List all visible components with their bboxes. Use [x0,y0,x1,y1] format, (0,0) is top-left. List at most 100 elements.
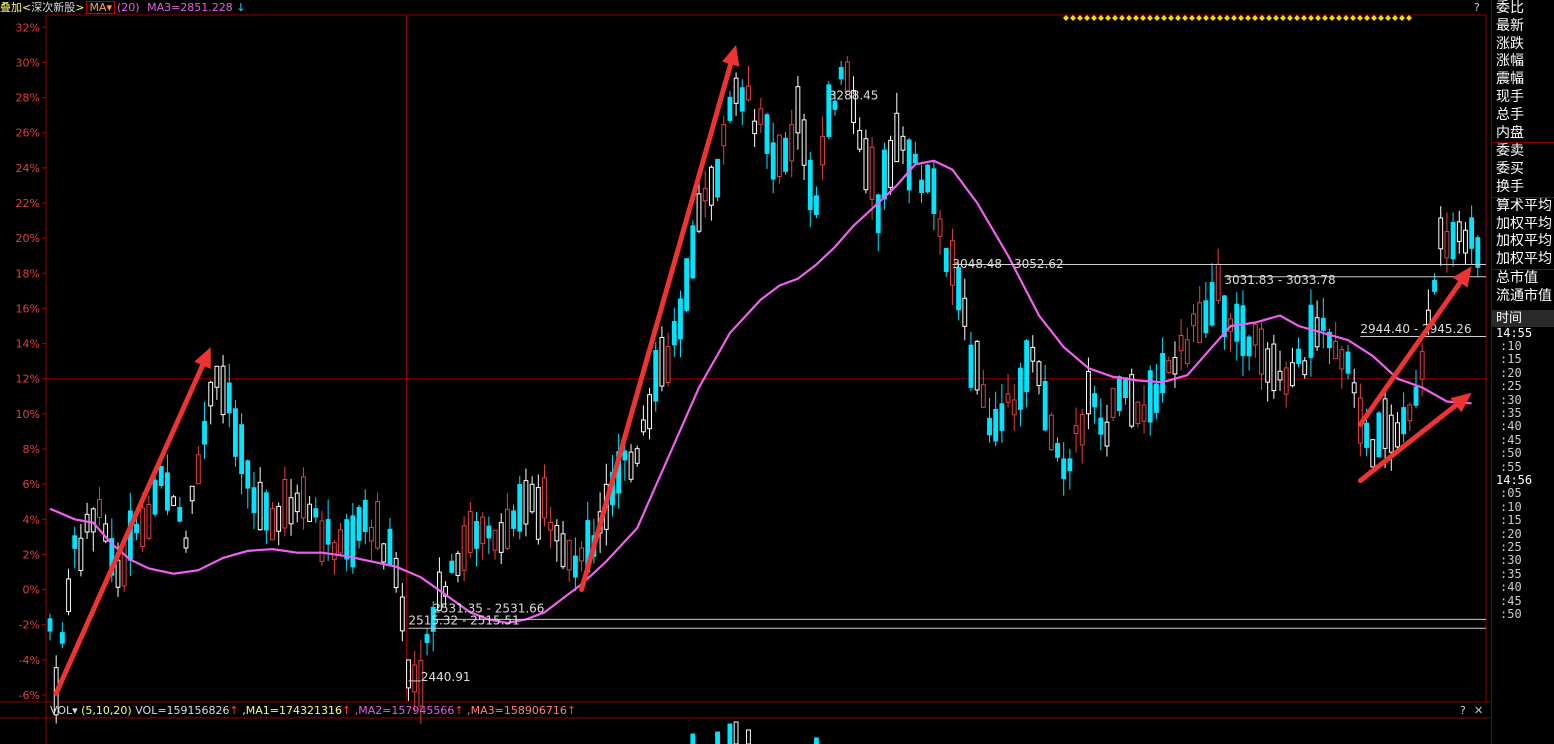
candle-body [566,539,572,571]
time-item[interactable]: :25 [1492,540,1554,554]
quote-field-label: 震幅 [1496,71,1524,88]
time-item[interactable]: 14:56 [1492,473,1554,487]
time-item[interactable]: :25 [1492,379,1554,393]
candle-body [1388,414,1394,453]
time-item[interactable]: :40 [1492,419,1554,433]
y-tick-label: 28% [16,92,40,105]
candle-body [325,519,331,545]
time-item[interactable]: :45 [1492,433,1554,447]
volume-indicator-bar: VOL▾ (5,10,20) VOL=159156826↑ ,MA1=17432… [0,704,1486,718]
candle-body [1259,328,1264,375]
time-item[interactable]: :05 [1492,487,1554,501]
candle-body [294,492,300,513]
candle-body [239,424,245,475]
candle-body [1160,353,1166,394]
candle-body [882,149,887,200]
time-item[interactable]: :10 [1492,339,1554,353]
candle-body [554,524,560,542]
candle-body [121,544,127,587]
price-annotation: 2944.40 - 2945.26 [1360,322,1471,336]
signal-diamond [1329,15,1335,21]
y-tick-label: 24% [16,162,40,175]
time-item[interactable]: :30 [1492,393,1554,407]
signal-diamond [1273,15,1279,21]
signal-diamond [1266,15,1272,21]
candle-body [220,365,226,416]
quote-panel: 委比 最新 涨跌 涨幅 震幅 现手 总手 内盘 委卖 委买 换手 算术平均 加权平均 加权平均 加权平均 总市… [1491,0,1554,744]
quote-field-label: 现手 [1496,88,1524,105]
y-tick-label: 4% [23,513,40,526]
candle-body [270,508,275,541]
time-item[interactable]: :35 [1492,406,1554,420]
vol-help-icon[interactable]: ? [1460,704,1466,718]
time-item[interactable]: :50 [1492,446,1554,460]
candle-body [301,476,306,519]
time-item[interactable]: :20 [1492,366,1554,380]
volume-bar [814,737,819,744]
candle-body [1234,303,1240,342]
y-tick-label: -6% [19,689,40,702]
y-tick-label: 6% [23,478,40,491]
volume-bar [727,723,733,744]
signal-diamond [1322,15,1328,21]
time-item[interactable]: :55 [1492,460,1554,474]
candle-body [1419,351,1425,380]
vol-params: (5,10,20) [81,704,132,717]
candle-body [708,166,714,206]
candle-body [523,480,529,525]
signal-diamond [1133,15,1139,21]
candle-body [368,526,374,542]
candle-body [770,142,776,180]
y-tick-label: 14% [16,338,40,351]
time-list[interactable]: 14:55:10:15:20:25:30:35:40:45:50:55 14:56… [1492,326,1554,622]
time-item[interactable]: :15 [1492,352,1554,366]
price-annotation: 2440.91 [421,670,471,684]
candle-body [1407,404,1413,422]
candle-body [1351,382,1357,394]
time-item[interactable]: :40 [1492,580,1554,594]
time-item[interactable]: 14:55 [1492,326,1554,340]
candle-body [97,499,102,518]
time-item[interactable]: :15 [1492,513,1554,527]
time-item[interactable]: :20 [1492,527,1554,541]
candle-body [480,516,486,544]
candle-body [962,297,968,327]
time-item[interactable]: :50 [1492,607,1554,621]
y-tick-label: 10% [16,408,40,421]
candlestick-chart[interactable]: 32% 30% 28% 26% 24% 22% 20% 18% 16% 14% 12% 10% 8% 6%… [0,0,1490,744]
candle-body [1018,367,1023,410]
candle-body [1135,401,1141,425]
vol-dropdown[interactable]: VOL▾ [50,704,78,717]
candle-body [925,164,931,193]
candle-body [1092,393,1098,408]
candle-body [1240,305,1246,356]
volume-bar [746,729,751,744]
candle-body [1444,231,1450,259]
signal-diamond [1119,15,1125,21]
candle-body [59,632,65,644]
quote-field-label: 加权平均 [1496,233,1552,250]
signal-diamond [1371,15,1377,21]
candle-body [1252,323,1258,346]
time-item[interactable]: :35 [1492,567,1554,581]
volume-bar [733,721,739,744]
candle-body [733,77,739,104]
vol-close-icon[interactable]: ✕ [1474,704,1483,718]
candle-body [72,535,78,549]
candle-body [888,139,894,188]
quote-field-label: 涨跌 [1496,35,1524,52]
time-item[interactable]: :45 [1492,594,1554,608]
candle-body [807,159,813,211]
y-tick-label: 2% [23,548,40,561]
candle-body [696,193,702,232]
time-item[interactable]: :10 [1492,500,1554,514]
price-annotation: 2515.32 - 2515.51 [409,614,520,628]
candle-body [671,321,677,346]
candle-body [628,451,634,480]
candle-body [90,508,96,533]
time-item[interactable]: :30 [1492,554,1554,568]
candle-body [84,513,90,533]
candle-body [455,552,461,576]
signal-diamond [1378,15,1384,21]
candle-body [783,137,788,172]
